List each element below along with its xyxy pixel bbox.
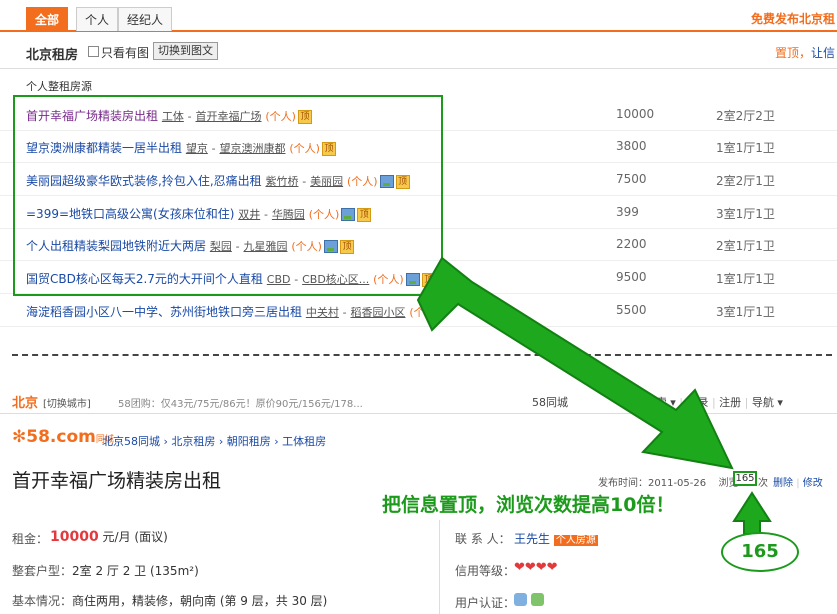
annotation-text: 把信息置顶，浏览次数提高10倍！ xyxy=(382,494,675,516)
small-up-arrow-icon xyxy=(732,491,772,535)
annotation-arrows xyxy=(416,256,772,535)
view-count-bubble: 165 xyxy=(721,532,799,572)
big-arrow-icon xyxy=(416,256,734,470)
